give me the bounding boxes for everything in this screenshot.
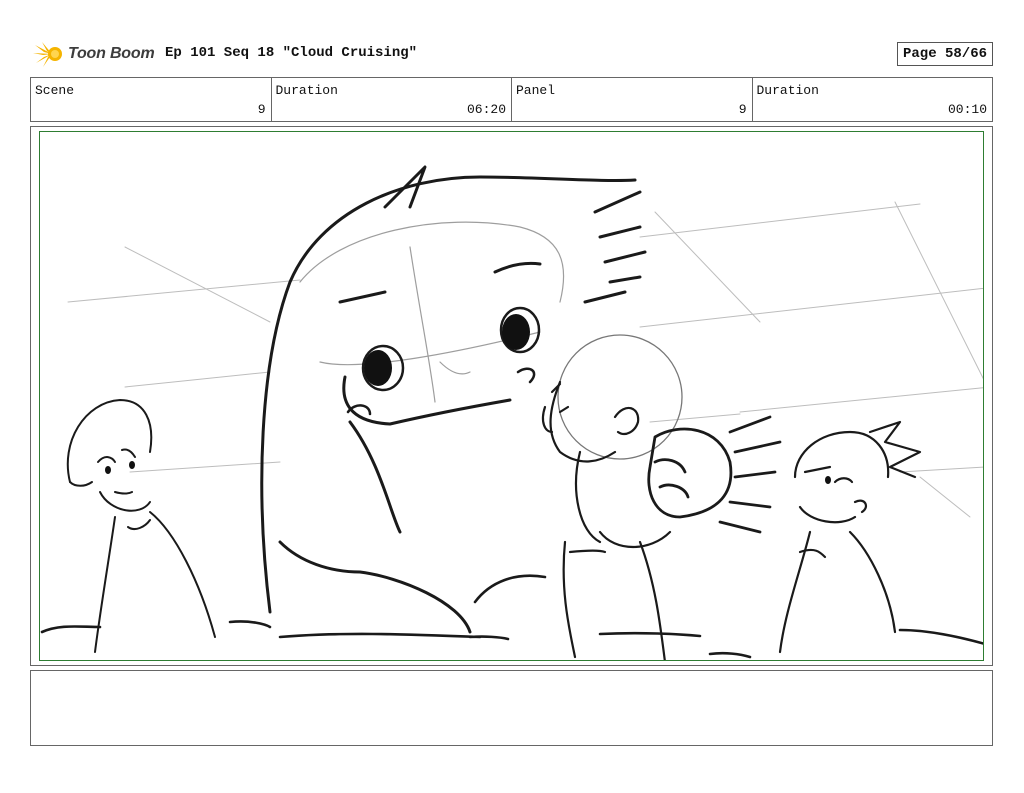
- toon-boom-star-icon: [33, 42, 62, 67]
- right-boy-eye: [825, 476, 831, 484]
- creature-nose: [346, 404, 372, 416]
- girl-fist: [647, 415, 782, 534]
- panel-value: 9: [738, 102, 747, 117]
- scene-duration-label: Duration: [275, 83, 338, 98]
- center-girl-sketch: [541, 334, 683, 660]
- panel-duration-cell: Duration 00:10: [753, 78, 993, 121]
- storyboard-header: Toon Boom Ep 101 Seq 18 "Cloud Cruising"…: [30, 38, 993, 70]
- scene-duration-cell: Duration 06:20: [272, 78, 512, 121]
- scene-value: 9: [257, 102, 266, 117]
- sequence-title: Ep 101 Seq 18 "Cloud Cruising": [165, 45, 418, 61]
- right-boy-sketch: [778, 420, 922, 654]
- page-number: Page 58/66: [896, 42, 993, 66]
- panel-duration-label: Duration: [756, 83, 819, 98]
- panel-cell: Panel 9: [512, 78, 753, 121]
- foreground-table: [40, 574, 983, 659]
- creature-sketch: [260, 165, 647, 634]
- toon-boom-logo: Toon Boom: [32, 38, 155, 70]
- panel-duration-value: 00:10: [947, 102, 987, 117]
- info-row: Scene 9 Duration 06:20 Panel 9 Duration …: [30, 77, 993, 122]
- left-boy-sketch: [66, 399, 216, 653]
- creature-face-guides: [299, 221, 565, 403]
- scene-cell: Scene 9: [31, 78, 272, 121]
- panel-notes: [30, 670, 993, 746]
- panel-sketch: [40, 165, 983, 660]
- scene-label: Scene: [35, 83, 75, 98]
- creature-pupils: [364, 314, 530, 386]
- panel-frame: [30, 126, 993, 666]
- creature-cheek: [516, 367, 536, 384]
- panel-label: Panel: [516, 83, 556, 98]
- logo-text: Toon Boom: [68, 45, 155, 62]
- perspective-guides: [67, 201, 983, 518]
- scene-duration-value: 06:20: [466, 102, 506, 117]
- storyboard-panel: [39, 131, 984, 661]
